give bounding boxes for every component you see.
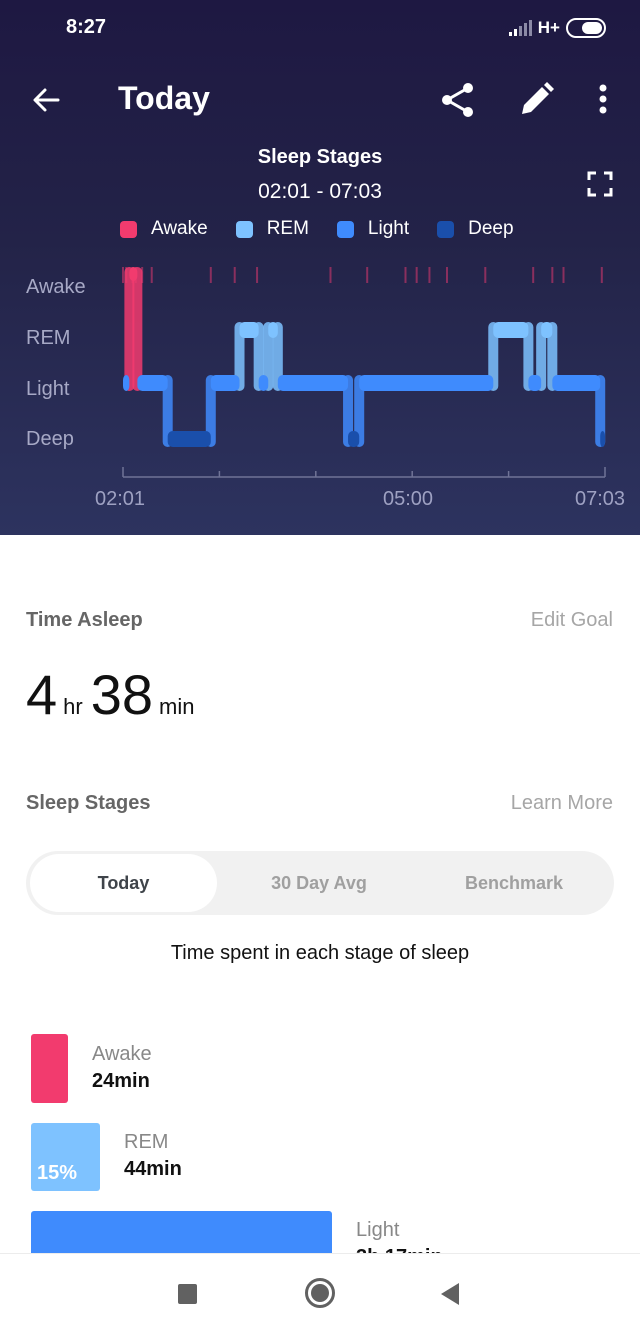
stage-segment-deep bbox=[600, 431, 605, 447]
status-bar: 8:27 H+ bbox=[0, 0, 640, 58]
awake-marker bbox=[445, 267, 448, 283]
legend-item-deep: Deep bbox=[437, 218, 514, 240]
stage-segment-light bbox=[528, 375, 542, 391]
stage-segment-light bbox=[552, 375, 601, 391]
minutes-value: 38 bbox=[90, 663, 154, 726]
hours-unit: hr bbox=[63, 694, 83, 719]
system-nav-bar bbox=[0, 1253, 640, 1331]
awake-marker bbox=[532, 267, 535, 283]
sleep-hero-panel: 8:27 H+ Today Sleep Stages 02:01 - 07:03… bbox=[0, 0, 640, 535]
awake-marker bbox=[428, 267, 431, 283]
awake-marker bbox=[415, 267, 418, 283]
stage-segment-deep bbox=[167, 431, 211, 447]
legend-swatch bbox=[336, 220, 354, 238]
awake-marker bbox=[329, 267, 332, 283]
awake-marker bbox=[233, 267, 236, 283]
stage-bar-rem: 15% bbox=[31, 1123, 100, 1191]
hours-value: 4 bbox=[26, 663, 58, 726]
stage-bar-awake bbox=[31, 1034, 68, 1103]
awake-marker bbox=[122, 267, 124, 283]
stage-name-light: Light bbox=[356, 1219, 400, 1241]
stage-segment-awake bbox=[129, 267, 138, 281]
stage-name-awake: Awake bbox=[92, 1043, 152, 1065]
system-back-button[interactable] bbox=[441, 1283, 459, 1305]
chart-title: Sleep Stages bbox=[257, 146, 383, 168]
stage-segment-rem bbox=[239, 322, 259, 338]
x-axis bbox=[122, 467, 606, 478]
share-button[interactable] bbox=[438, 80, 478, 120]
minutes-unit: min bbox=[159, 694, 195, 719]
arrow-left-icon bbox=[33, 88, 60, 112]
stage-transition bbox=[132, 267, 143, 391]
home-icon bbox=[311, 1284, 329, 1302]
stage-duration-awake: 24min bbox=[92, 1070, 150, 1092]
chart-time-range: 02:01 - 07:03 bbox=[258, 180, 382, 203]
stage-name-rem: REM bbox=[124, 1131, 169, 1153]
stage-segment-light bbox=[123, 375, 130, 391]
edit-button[interactable] bbox=[516, 80, 556, 120]
edit-goal-link[interactable]: Edit Goal bbox=[531, 609, 613, 632]
awake-marker bbox=[256, 267, 259, 283]
awake-marker bbox=[484, 267, 487, 283]
stages-segmented-control: Today 30 Day Avg Benchmark bbox=[26, 851, 614, 915]
stage-segment-deep bbox=[348, 431, 360, 447]
recents-button[interactable] bbox=[178, 1284, 197, 1304]
stage-segment-light bbox=[277, 375, 349, 391]
legend-item-awake: Awake bbox=[120, 218, 208, 240]
app-bar: Today bbox=[0, 70, 640, 130]
awake-marker bbox=[209, 267, 212, 283]
legend-swatch bbox=[120, 220, 137, 238]
x-tick-label-mid: 05:00 bbox=[383, 488, 434, 510]
stage-segment-rem bbox=[541, 322, 553, 338]
chart-legend: Awake REM Light Deep bbox=[120, 218, 542, 240]
stage-segment-light bbox=[359, 375, 494, 391]
stages-caption: Time spent in each stage of sleep bbox=[170, 942, 470, 964]
awake-marker bbox=[551, 267, 554, 283]
share-icon bbox=[442, 83, 473, 117]
network-type: H+ bbox=[537, 18, 560, 37]
awake-marker bbox=[562, 267, 565, 283]
tab-benchmark[interactable]: Benchmark bbox=[418, 854, 610, 912]
legend-label: Light bbox=[367, 218, 410, 239]
awake-marker bbox=[150, 267, 153, 283]
signal-icon bbox=[508, 20, 532, 36]
x-tick-label-start: 02:01 bbox=[95, 488, 146, 510]
page-title: Today bbox=[118, 80, 210, 116]
fullscreen-icon bbox=[587, 171, 613, 197]
x-tick-label-end: 07:03 bbox=[575, 488, 626, 510]
stage-segment-light bbox=[137, 375, 168, 391]
time-asleep-value: 4 hr 38 min bbox=[26, 662, 202, 727]
home-button[interactable] bbox=[305, 1278, 335, 1308]
more-vertical-icon bbox=[599, 84, 607, 114]
stage-segment-light bbox=[258, 375, 269, 391]
status-icons: H+ bbox=[508, 18, 606, 38]
stage-duration-rem: 44min bbox=[124, 1158, 182, 1180]
status-time: 8:27 bbox=[66, 16, 107, 38]
legend-swatch bbox=[437, 220, 455, 238]
legend-item-rem: REM bbox=[235, 218, 309, 240]
learn-more-link[interactable]: Learn More bbox=[511, 792, 613, 815]
stage-segment-light bbox=[210, 375, 240, 391]
more-options-button[interactable] bbox=[590, 80, 616, 120]
pencil-icon bbox=[522, 82, 554, 114]
fullscreen-button[interactable] bbox=[586, 170, 614, 198]
back-button[interactable] bbox=[28, 82, 64, 118]
time-asleep-heading: Time Asleep bbox=[26, 609, 143, 631]
legend-swatch bbox=[235, 220, 253, 238]
awake-marker bbox=[366, 267, 369, 283]
stage-segment-rem bbox=[493, 322, 529, 338]
stage-percent: 15% bbox=[37, 1162, 78, 1184]
legend-label: Deep bbox=[468, 218, 514, 239]
awake-marker bbox=[404, 267, 407, 283]
awake-marker bbox=[600, 267, 603, 283]
tab-30-day-avg[interactable]: 30 Day Avg bbox=[224, 854, 414, 912]
sleep-stages-heading: Sleep Stages bbox=[26, 792, 151, 814]
legend-item-light: Light bbox=[336, 218, 410, 240]
tab-today[interactable]: Today bbox=[30, 854, 217, 912]
legend-label: Awake bbox=[151, 218, 208, 239]
stage-segment-rem bbox=[268, 322, 278, 338]
legend-label: REM bbox=[266, 218, 309, 239]
battery-icon bbox=[566, 18, 606, 38]
